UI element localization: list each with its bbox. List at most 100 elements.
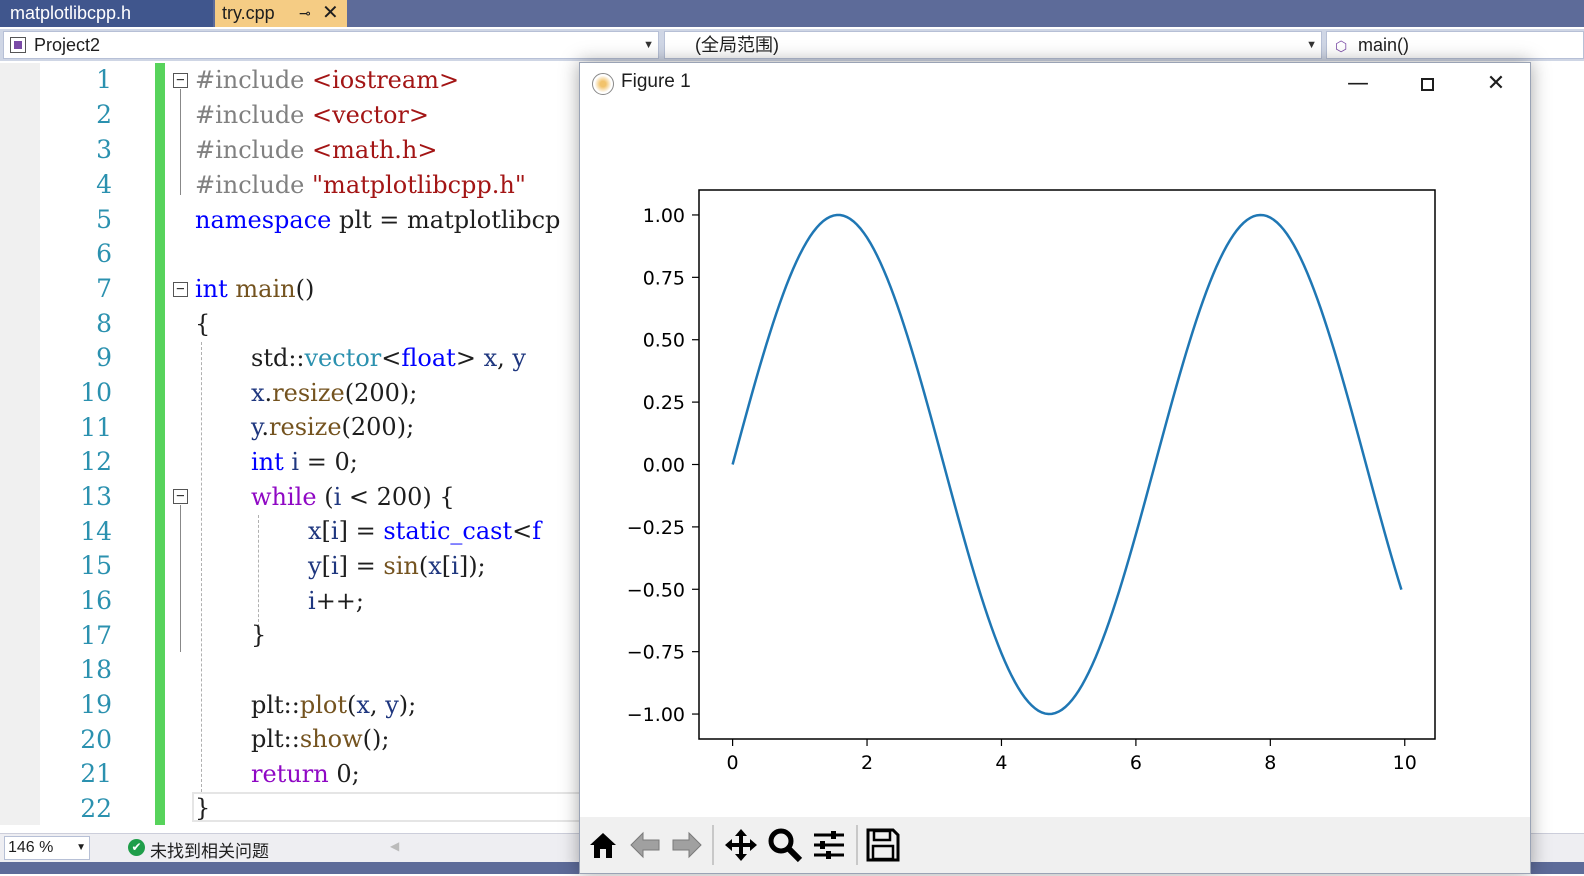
collapse-toggle[interactable]: − [173, 73, 188, 88]
fold-guide [180, 505, 181, 652]
line-number: 12 [80, 447, 112, 476]
line-number: 18 [80, 655, 112, 684]
y-tick-label: 0.25 [643, 392, 685, 414]
x-tick-label: 8 [1264, 752, 1276, 774]
chevron-down-icon: ▼ [76, 842, 86, 853]
navigation-bar: Project2 ▼ (全局范围) ▼ ⬡ main() [0, 29, 1584, 61]
issues-status[interactable]: 未找到相关问题 [150, 837, 269, 862]
window-title: Figure 1 [621, 71, 691, 92]
code-line-1: #include <iostream> [195, 66, 460, 94]
document-tab-bar: matplotlibcpp.h try.cpp ⊸ ✕ [0, 0, 1584, 27]
line-number: 4 [96, 170, 112, 199]
maximize-button[interactable] [1405, 67, 1449, 101]
code-line-22: } [195, 794, 211, 822]
code-line-5: namespace plt = matplotlibcp [195, 206, 561, 234]
line-number: 8 [96, 309, 112, 338]
collapse-toggle[interactable]: − [173, 489, 188, 504]
x-tick-label: 6 [1130, 752, 1142, 774]
current-line-highlight [192, 792, 592, 822]
fold-guide [180, 89, 181, 195]
y-tick-label: −0.25 [627, 517, 685, 539]
maximize-icon [1420, 78, 1434, 91]
line-number: 20 [80, 725, 112, 754]
change-tracking-bar [155, 63, 165, 825]
chevron-down-icon: ▼ [1306, 39, 1317, 51]
code-line-19: plt::plot(x, y); [251, 691, 417, 719]
axes-frame [698, 189, 1436, 740]
line-number: 19 [80, 690, 112, 719]
project-dropdown[interactable]: Project2 ▼ [3, 31, 659, 59]
line-number: 17 [80, 621, 112, 650]
indent-guide [201, 342, 202, 792]
code-line-20: plt::show(); [251, 725, 390, 753]
code-line-10: x.resize(200); [251, 379, 418, 407]
close-button[interactable]: ✕ [1474, 67, 1518, 101]
code-line-11: y.resize(200); [251, 413, 415, 441]
y-tick-label: 0.75 [643, 267, 685, 289]
collapse-toggle[interactable]: − [173, 282, 188, 297]
code-line-13: while (i < 200) { [251, 483, 455, 511]
toolbar-separator [712, 825, 714, 865]
line-number: 13 [80, 482, 112, 511]
home-icon[interactable] [582, 823, 624, 867]
x-tick-label: 0 [727, 752, 739, 774]
matplotlib-logo-icon [592, 73, 614, 95]
plot-canvas[interactable]: 1.00 0.75 0.50 0.25 0.00 −0.25 −0.50 −0.75 −1.00… [580, 163, 1530, 817]
tab-matplotlibcpp-h[interactable]: matplotlibcpp.h [0, 0, 213, 27]
scroll-left-icon[interactable]: ◀ [390, 839, 399, 853]
line-number: 7 [96, 274, 112, 303]
code-line-14: x[i] = static_cast<f [308, 517, 542, 545]
y-tick-label: −1.00 [627, 704, 685, 726]
figure-window: Figure 1 — ✕ 1.00 0.75 0.50 0.25 0.00 −0.25 −0… [579, 62, 1531, 874]
tab-try-cpp[interactable]: try.cpp ⊸ ✕ [215, 0, 347, 27]
y-tick-label: 1.00 [643, 205, 685, 227]
line-number: 5 [96, 205, 112, 234]
code-line-21: return 0; [251, 760, 360, 788]
editor-margin [0, 63, 41, 825]
x-tick-label: 10 [1393, 752, 1417, 774]
code-line-9: std::vector<float> x, y [251, 344, 526, 372]
chevron-down-icon: ▼ [643, 39, 654, 51]
line-number: 15 [80, 551, 112, 580]
x-tick-label: 4 [995, 752, 1007, 774]
line-number: 21 [80, 759, 112, 788]
line-number: 22 [80, 794, 112, 823]
line-number: 10 [80, 378, 112, 407]
back-arrow-icon[interactable] [624, 823, 666, 867]
code-line-17: } [251, 621, 267, 649]
code-line-15: y[i] = sin(x[i]); [308, 552, 486, 580]
code-line-4: #include "matplotlibcpp.h" [195, 171, 526, 199]
pan-move-icon[interactable] [720, 823, 762, 867]
code-line-2: #include <vector> [195, 101, 430, 129]
toolbar-separator [856, 825, 858, 865]
code-line-7: int main() [195, 275, 315, 303]
minimize-button[interactable]: — [1336, 67, 1380, 101]
line-number: 16 [80, 586, 112, 615]
line-number: 6 [96, 239, 112, 268]
y-tick-label: 0.50 [643, 330, 685, 352]
code-line-16: i++; [308, 587, 364, 615]
line-number: 14 [80, 517, 112, 546]
member-dropdown[interactable]: ⬡ main() [1326, 31, 1584, 59]
x-axis-ticks: 0 2 4 6 8 10 [727, 739, 1417, 774]
y-tick-label: 0.00 [643, 455, 685, 477]
sine-curve [731, 213, 1403, 716]
zoom-level-dropdown[interactable]: 146 % ▼ [4, 836, 90, 860]
zoom-magnifier-icon[interactable] [764, 823, 806, 867]
scope-dropdown[interactable]: (全局范围) ▼ [664, 31, 1322, 59]
project-icon [10, 37, 26, 53]
line-number: 11 [80, 413, 112, 442]
y-axis-ticks: 1.00 0.75 0.50 0.25 0.00 −0.25 −0.50 −0.75 −1.00 [627, 205, 699, 726]
figure-toolbar [580, 817, 1530, 873]
forward-arrow-icon[interactable] [666, 823, 708, 867]
configure-subplots-icon[interactable] [808, 823, 850, 867]
function-cube-icon: ⬡ [1335, 38, 1348, 54]
code-line-12: int i = 0; [251, 448, 358, 476]
y-tick-label: −0.50 [627, 579, 685, 601]
indent-guide [258, 515, 259, 627]
line-number: 2 [96, 100, 112, 129]
code-line-8: { [195, 310, 211, 338]
close-tab-icon[interactable]: ✕ [322, 0, 339, 27]
save-floppy-icon[interactable] [862, 823, 904, 867]
pin-icon[interactable]: ⊸ [299, 0, 311, 27]
